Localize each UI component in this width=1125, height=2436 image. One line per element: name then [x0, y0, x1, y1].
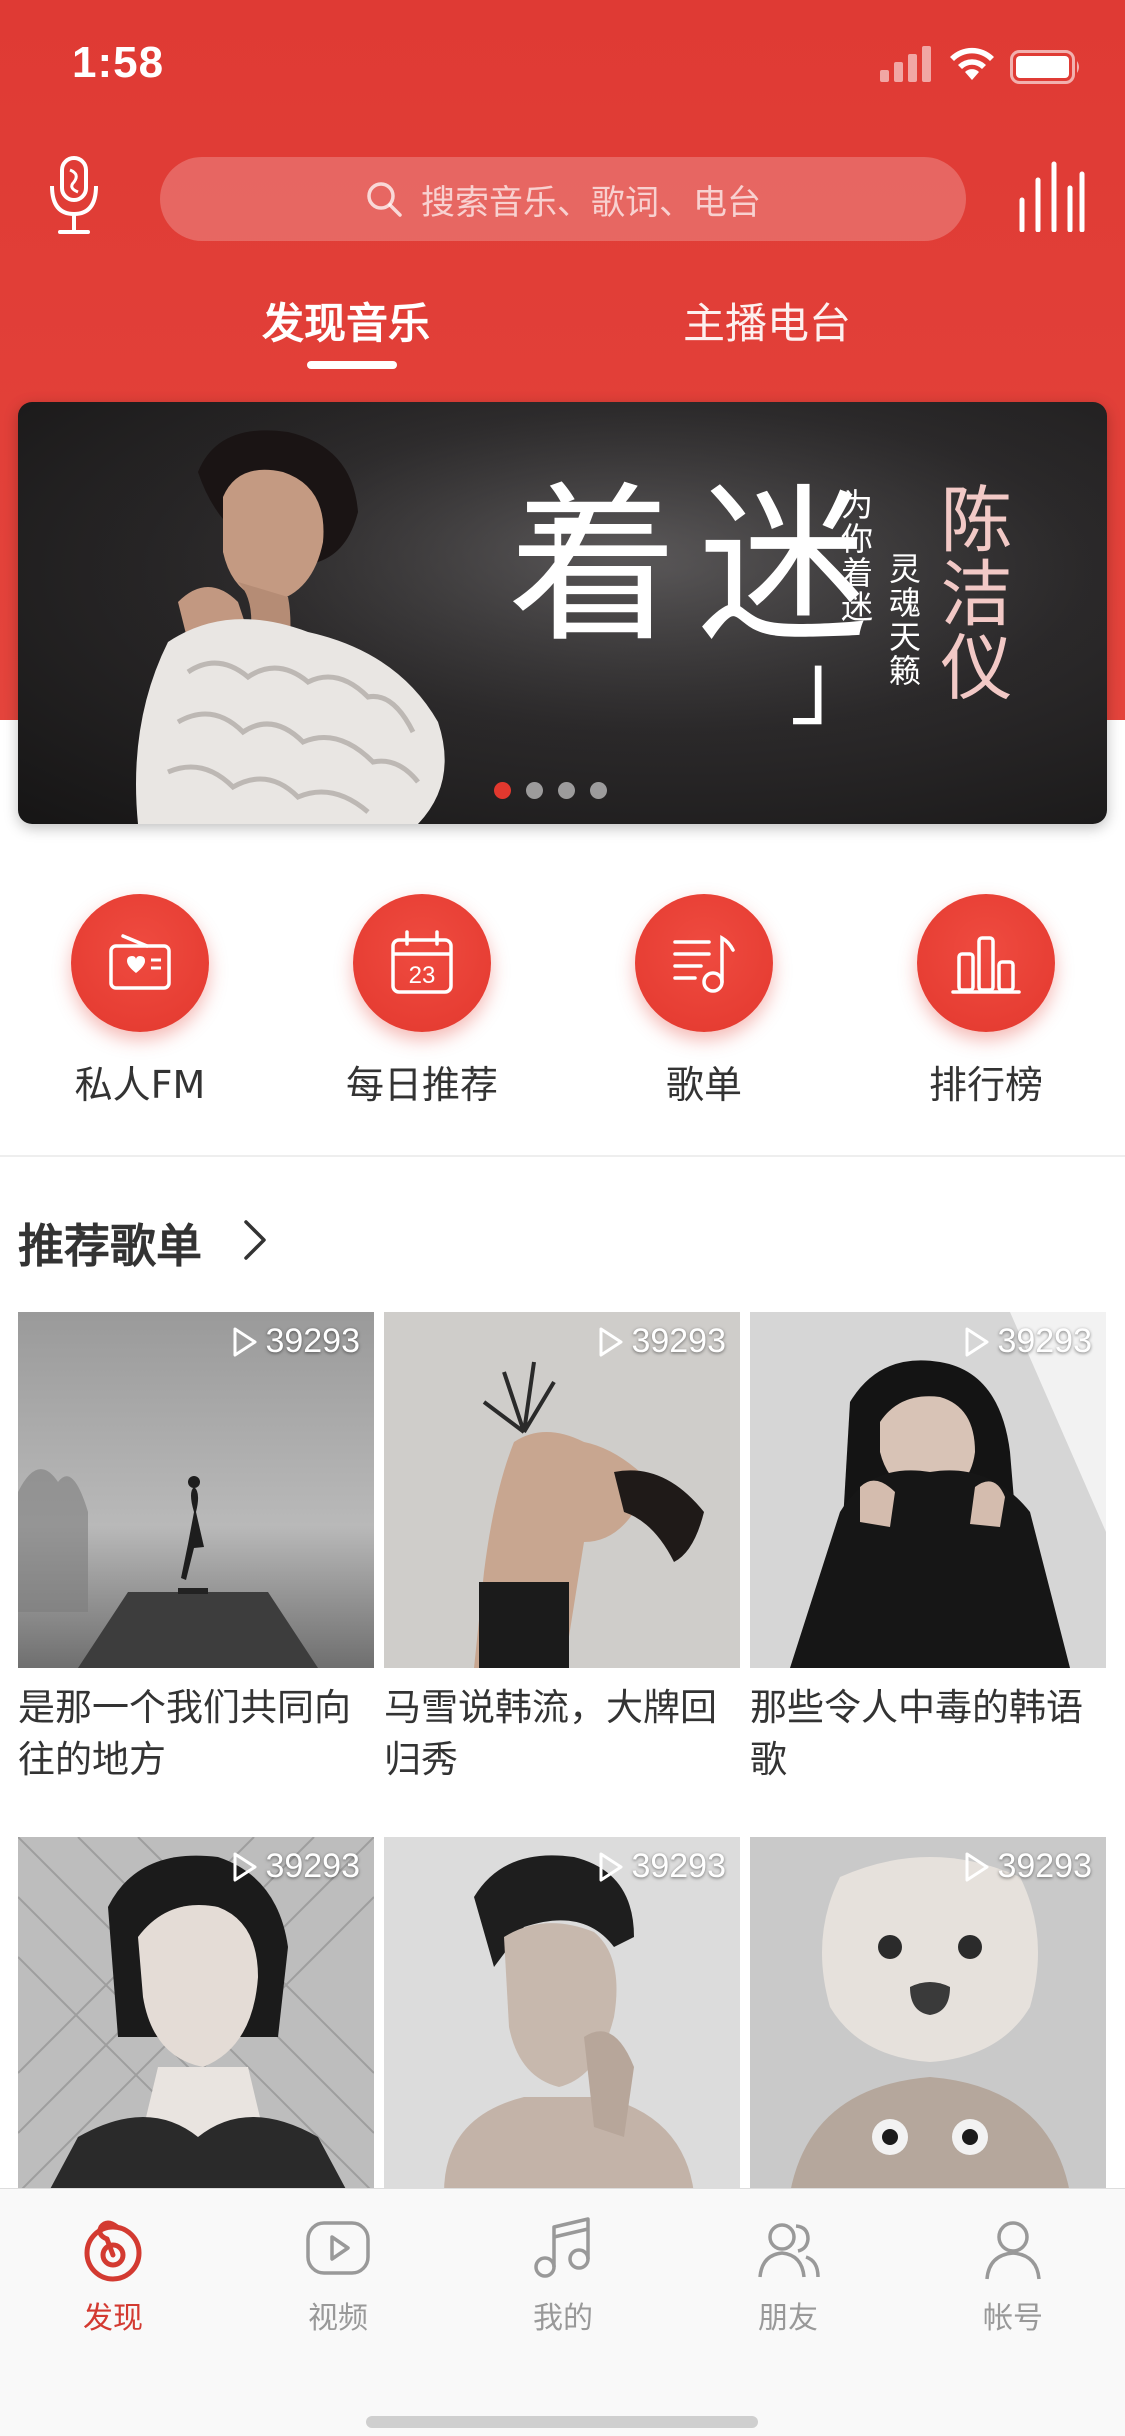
playlist-title[interactable]: 是那一个我们共同向往的地方	[18, 1682, 374, 1786]
tab-label: 视频	[308, 2301, 368, 2336]
home-indicator[interactable]	[366, 2416, 758, 2428]
play-count: 39293	[963, 1847, 1092, 1886]
play-count-value: 39293	[265, 1847, 360, 1885]
shortcut-circle	[917, 894, 1055, 1032]
cover-photo-foggy-pier	[18, 1312, 374, 1668]
playlist-icon	[673, 934, 735, 993]
play-count-value: 39293	[631, 1847, 726, 1885]
status-bar: 1:58	[0, 0, 1125, 132]
playlist-title[interactable]: 那些令人中毒的韩语歌	[750, 1682, 1106, 1786]
calendar-icon: 23	[391, 930, 453, 994]
cover-photo-dancer	[384, 1312, 740, 1668]
playlist-cover[interactable]: 39293	[18, 1837, 374, 2193]
radio-heart-icon	[109, 934, 171, 990]
play-outline-icon	[233, 1852, 257, 1881]
tab-friends[interactable]: 朋友	[708, 2213, 868, 2337]
signal-icon	[880, 46, 931, 82]
music-note-icon	[534, 2217, 590, 2278]
shortcut-private-fm[interactable]: 私人FM	[30, 894, 250, 1109]
play-count-value: 39293	[997, 1847, 1092, 1885]
banner-carousel[interactable]: 「 着迷 」 为你着迷 灵魂天籁 陈洁仪	[18, 402, 1107, 824]
chevron-right-icon[interactable]	[240, 1218, 270, 1262]
banner-bracket-right: 」	[790, 633, 880, 738]
playlist-card[interactable]: 39293 马雪说韩流，大牌回归秀	[384, 1312, 740, 1786]
banner-dot[interactable]	[590, 782, 607, 799]
play-outline-icon	[599, 1327, 623, 1356]
status-time: 1:58	[72, 38, 165, 87]
play-outline-icon	[965, 1327, 989, 1356]
user-icon	[985, 2221, 1041, 2280]
tab-label: 发现	[83, 2301, 143, 2336]
playlist-card[interactable]: 39293	[18, 1837, 374, 2207]
banner-artist-name: 陈洁仪	[928, 482, 1012, 704]
search-placeholder: 搜索音乐、歌词、电台	[421, 182, 761, 223]
chart-bars-icon	[951, 936, 1021, 994]
playlist-cover[interactable]: 39293	[750, 1837, 1106, 2193]
shortcut-charts[interactable]: 排行榜	[876, 894, 1096, 1109]
play-count: 39293	[597, 1322, 726, 1361]
shortcut-circle	[635, 894, 773, 1032]
tab-anchor-radio[interactable]: 主播电台	[683, 290, 851, 351]
cover-photo-woman-fence	[18, 1837, 374, 2193]
bottom-tab-bar: 发现 视频 我的 朋友 帐号	[0, 2188, 1125, 2436]
tab-mine[interactable]: 我的	[483, 2213, 643, 2337]
shortcut-label: 每日推荐	[345, 1063, 498, 1107]
video-play-icon	[306, 2221, 370, 2275]
microphone-icon[interactable]	[40, 152, 108, 238]
play-count: 39293	[231, 1322, 360, 1361]
banner-dot[interactable]	[558, 782, 575, 799]
search-icon	[367, 182, 402, 217]
playlist-cover[interactable]: 39293	[384, 1312, 740, 1668]
tab-label: 我的	[533, 2301, 593, 2336]
playlist-cover[interactable]: 39293	[750, 1312, 1106, 1668]
playlist-card[interactable]: 39293	[750, 1837, 1106, 2207]
section-divider	[0, 1155, 1125, 1157]
tab-label: 帐号	[983, 2301, 1043, 2336]
playlist-cover[interactable]: 39293	[384, 1837, 740, 2193]
tab-video[interactable]: 视频	[258, 2213, 418, 2337]
playlist-cover[interactable]: 39293	[18, 1312, 374, 1668]
playlist-card[interactable]: 39293	[384, 1837, 740, 2207]
cover-photo-woman-sweater	[750, 1312, 1106, 1668]
battery-icon	[1010, 50, 1079, 84]
play-count: 39293	[963, 1322, 1092, 1361]
play-count-value: 39293	[631, 1322, 726, 1360]
tab-account[interactable]: 帐号	[933, 2213, 1093, 2337]
shortcut-label: 私人FM	[74, 1063, 206, 1107]
tab-discover[interactable]: 发现	[33, 2213, 193, 2337]
banner-subtitle-2: 灵魂天籁	[884, 552, 922, 688]
cover-photo-man-portrait	[384, 1837, 740, 2193]
wifi-icon	[950, 47, 994, 80]
calendar-day: 23	[409, 962, 436, 989]
shortcut-label: 排行榜	[928, 1063, 1043, 1107]
playlist-title[interactable]: 马雪说韩流，大牌回归秀	[384, 1682, 740, 1786]
play-outline-icon	[965, 1852, 989, 1881]
shortcut-label: 歌单	[665, 1063, 742, 1107]
netease-logo-icon	[84, 2220, 142, 2282]
tab-label: 朋友	[758, 2301, 818, 2336]
play-outline-icon	[599, 1852, 623, 1881]
shortcut-circle	[71, 894, 209, 1032]
tab-discover-music[interactable]: 发现音乐	[262, 290, 430, 351]
banner-page-indicator	[494, 782, 607, 799]
friends-icon	[758, 2223, 820, 2278]
play-count-value: 39293	[265, 1322, 360, 1360]
shortcut-daily-recommend[interactable]: 23 每日推荐	[312, 894, 532, 1109]
banner-subtitle-1: 为你着迷	[836, 488, 874, 624]
play-outline-icon	[233, 1327, 257, 1356]
playlist-card[interactable]: 39293 是那一个我们共同向往的地方	[18, 1312, 374, 1786]
active-tab-indicator	[307, 361, 397, 369]
shortcut-circle: 23	[353, 894, 491, 1032]
section-title-recommended-playlists[interactable]: 推荐歌单	[18, 1210, 202, 1276]
play-count-value: 39293	[997, 1322, 1092, 1360]
banner-dot[interactable]	[526, 782, 543, 799]
playlist-card[interactable]: 39293 那些令人中毒的韩语歌	[750, 1312, 1106, 1786]
shortcut-playlists[interactable]: 歌单	[594, 894, 814, 1109]
now-playing-bars-icon[interactable]	[1016, 160, 1086, 232]
cover-photo-bulldog	[750, 1837, 1106, 2193]
play-count: 39293	[597, 1847, 726, 1886]
search-input[interactable]: 搜索音乐、歌词、电台	[160, 157, 966, 241]
play-count: 39293	[231, 1847, 360, 1886]
banner-dot-active[interactable]	[494, 782, 511, 799]
